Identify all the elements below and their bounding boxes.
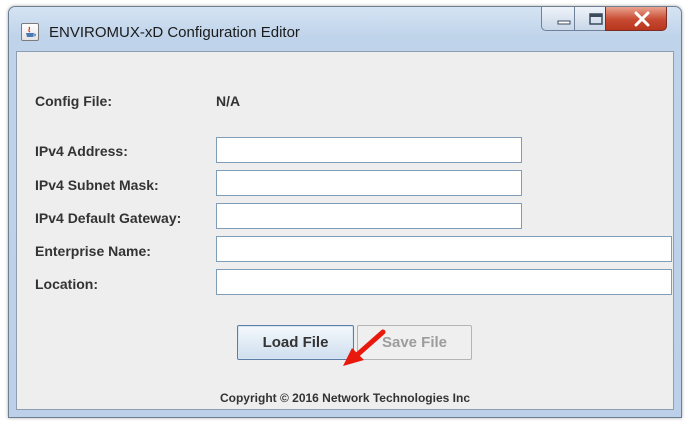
ipv4-subnet-mask-field[interactable] xyxy=(216,170,522,196)
ipv4-default-gateway-field[interactable] xyxy=(216,203,522,229)
ipv4-default-gateway-label: IPv4 Default Gateway: xyxy=(35,210,182,226)
config-file-label: Config File: xyxy=(35,93,112,109)
ipv4-address-field[interactable] xyxy=(216,137,522,163)
location-field[interactable] xyxy=(216,269,672,295)
enterprise-name-label: Enterprise Name: xyxy=(35,243,151,259)
enterprise-name-field[interactable] xyxy=(216,236,672,262)
load-file-button[interactable]: Load File xyxy=(237,325,354,360)
red-arrow-icon xyxy=(343,329,386,366)
title-bar[interactable]: ENVIROMUX-xD Configuration Editor xyxy=(9,7,681,51)
java-app-icon[interactable] xyxy=(21,23,39,41)
close-icon xyxy=(634,11,650,27)
copyright-text: Copyright © 2016 Network Technologies In… xyxy=(219,391,470,405)
ipv4-address-label: IPv4 Address: xyxy=(35,143,128,159)
minimize-button[interactable] xyxy=(541,7,575,31)
close-button[interactable] xyxy=(605,7,667,31)
form-panel: Config File: N/A IPv4 Address: IPv4 Subn… xyxy=(16,51,674,410)
ipv4-subnet-mask-label: IPv4 Subnet Mask: xyxy=(35,177,159,193)
app-window: ENVIROMUX-xD Configuration Editor Config… xyxy=(8,6,682,418)
location-label: Location: xyxy=(35,276,98,292)
config-file-value: N/A xyxy=(216,93,241,109)
maximize-button[interactable] xyxy=(574,7,606,31)
window-title: ENVIROMUX-xD Configuration Editor xyxy=(49,24,300,41)
